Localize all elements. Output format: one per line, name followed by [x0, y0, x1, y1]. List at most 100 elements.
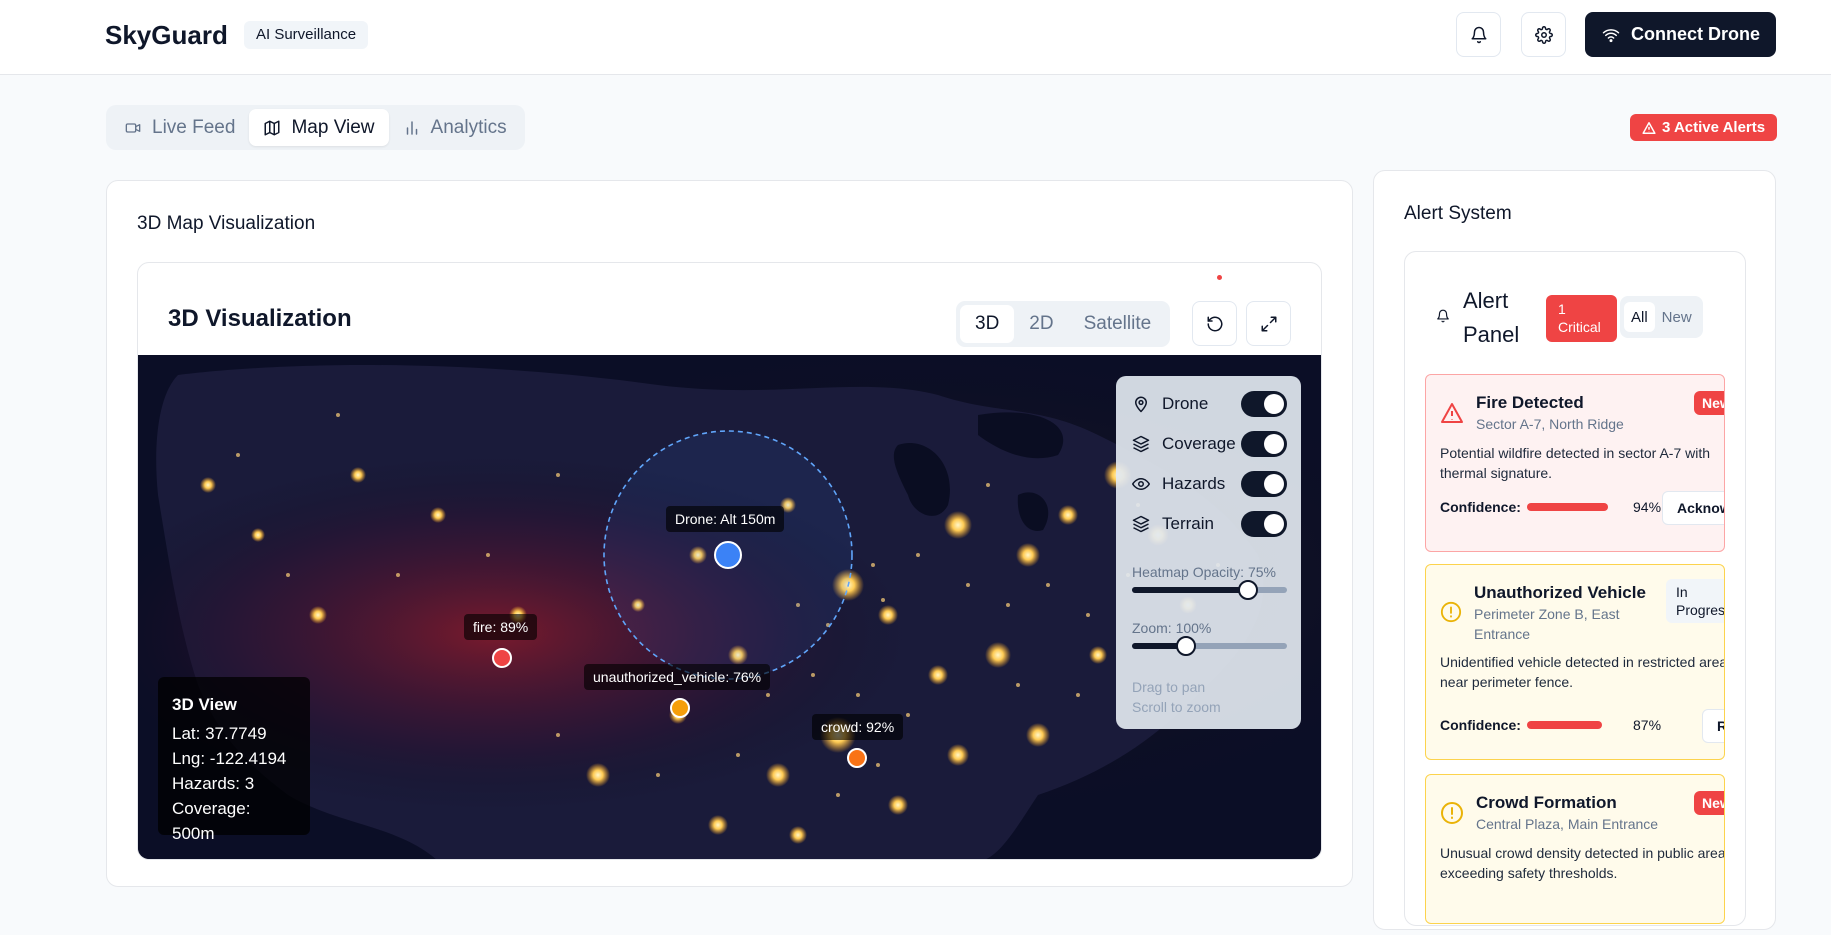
top-bar: SkyGuard AI Surveillance Connect Drone: [0, 0, 1831, 75]
alert-title: Unauthorized Vehicle: [1474, 583, 1646, 602]
acknowledge-button[interactable]: Acknowledge: [1662, 491, 1724, 525]
filter-new[interactable]: New: [1655, 302, 1699, 332]
notifications-button[interactable]: [1456, 12, 1501, 57]
alert-description: Potential wildfire detected in sector A-…: [1440, 445, 1711, 481]
fire-hazard-marker[interactable]: [492, 648, 512, 668]
tab-label: Map View: [291, 116, 375, 138]
drone-layer-toggle[interactable]: [1241, 391, 1287, 417]
tab-analytics[interactable]: Analytics: [389, 109, 521, 146]
heatmap-opacity-slider[interactable]: [1132, 580, 1287, 600]
brand-badge: AI Surveillance: [244, 21, 369, 49]
alert-status-line2: Progress: [1676, 602, 1725, 618]
tab-label: Analytics: [430, 116, 507, 138]
alert-location-line1: Perimeter Zone B, East: [1474, 606, 1620, 622]
alert-location: Perimeter Zone B, East Entrance: [1474, 604, 1620, 644]
layers-icon: [1132, 515, 1150, 533]
alert-system-card: Alert System Alert Panel 1 Critical All …: [1373, 170, 1776, 930]
alert-location: Sector A-7, North Ridge: [1476, 416, 1624, 432]
alert-title: Fire Detected: [1476, 393, 1584, 412]
alert-title: Crowd Formation: [1476, 793, 1617, 812]
zoom-label: Zoom: 100%: [1132, 620, 1212, 636]
mode-2d[interactable]: 2D: [1014, 305, 1068, 343]
alert-circle-icon: [1440, 601, 1462, 623]
resolve-button[interactable]: Resolve: [1702, 709, 1724, 743]
alert-triangle-icon: [1642, 121, 1656, 134]
layer-hazards: Hazards: [1132, 469, 1287, 499]
map-card: 3D Map Visualization 3D Visualization 3D…: [106, 180, 1353, 887]
alert-item-fire[interactable]: Fire Detected Sector A-7, North Ridge Ne…: [1425, 374, 1725, 552]
visualization-panel: 3D Visualization 3D 2D Satellite Drone: …: [137, 262, 1322, 860]
maximize-icon: [1261, 316, 1276, 331]
alert-location: Central Plaza, Main Entrance: [1476, 816, 1659, 832]
hazards-layer-toggle[interactable]: [1241, 471, 1287, 497]
wifi-icon: [1602, 28, 1620, 42]
confidence-value: 87%: [1633, 717, 1662, 733]
map-card-title: 3D Map Visualization: [137, 213, 316, 234]
coverage-layer-toggle[interactable]: [1241, 431, 1287, 457]
filter-all[interactable]: All: [1624, 302, 1655, 332]
terrain-layer-toggle[interactable]: [1241, 511, 1287, 537]
vehicle-hazard-marker[interactable]: [670, 698, 690, 718]
confidence-label: Confidence:: [1440, 499, 1521, 515]
connect-drone-button[interactable]: Connect Drone: [1585, 12, 1776, 57]
layer-controls: Drone Coverage Hazards Terrain Heatmap O…: [1116, 376, 1301, 729]
reset-view-button[interactable]: [1192, 301, 1237, 346]
alert-circle-icon: [1441, 802, 1463, 824]
layers-icon: [1132, 435, 1150, 453]
confidence-bar: [1527, 721, 1602, 729]
alert-status-line1: In: [1676, 584, 1688, 600]
confidence-label: Confidence:: [1440, 717, 1521, 733]
mode-3d[interactable]: 3D: [960, 305, 1015, 343]
fullscreen-button[interactable]: [1246, 301, 1291, 346]
map-canvas[interactable]: Drone: Alt 150m fire: 89% unauthorized_v…: [138, 355, 1321, 859]
bell-icon: [1437, 309, 1449, 323]
alert-filter-toggle: All New: [1620, 296, 1703, 338]
pan-hint: Drag to pan: [1132, 679, 1206, 695]
layer-label: Coverage: [1162, 434, 1236, 453]
tab-live-feed[interactable]: Live Feed: [110, 109, 249, 146]
zoom-hint: Scroll to zoom: [1132, 699, 1221, 715]
layer-label: Drone: [1162, 394, 1209, 413]
alert-item-crowd[interactable]: Crowd Formation Central Plaza, Main Entr…: [1425, 774, 1725, 924]
active-alerts-label: 3 Active Alerts: [1662, 119, 1766, 136]
hazards-readout: Hazards: 3: [172, 774, 255, 793]
alert-panel-title-line2: Panel: [1463, 322, 1520, 347]
bell-icon: [1471, 26, 1486, 43]
critical-label: Critical: [1558, 319, 1601, 335]
zoom-slider-knob[interactable]: [1176, 636, 1197, 656]
rotate-ccw-icon: [1207, 316, 1222, 331]
alert-triangle-icon: [1441, 403, 1463, 423]
video-icon: [125, 122, 141, 133]
tab-label: Live Feed: [152, 116, 236, 138]
mode-satellite[interactable]: Satellite: [1069, 305, 1167, 343]
view-info-box: 3D View Lat: 37.7749 Lng: -122.4194 Haza…: [158, 677, 310, 843]
active-alerts-badge[interactable]: 3 Active Alerts: [1630, 114, 1778, 141]
alert-panel-title-line1: Alert: [1463, 288, 1509, 313]
alert-status-badge: In Progress: [1666, 579, 1725, 623]
settings-icon: [1534, 25, 1553, 44]
fire-hazard-label: fire: 89%: [464, 614, 538, 640]
heatmap-slider-knob[interactable]: [1238, 580, 1259, 600]
alert-system-title: Alert System: [1404, 203, 1512, 224]
alert-status-badge: New: [1694, 391, 1724, 415]
layer-coverage: Coverage: [1132, 429, 1287, 459]
confidence-bar: [1527, 503, 1608, 511]
crowd-hazard-marker[interactable]: [847, 748, 867, 768]
layer-label: Hazards: [1162, 474, 1226, 493]
alert-location-line2: Entrance: [1474, 626, 1531, 642]
vehicle-hazard-label: unauthorized_vehicle: 76%: [584, 664, 771, 690]
heatmap-slider-fill: [1132, 587, 1249, 593]
coverage-readout: Coverage: 500m: [172, 799, 251, 843]
pin-icon: [1135, 396, 1147, 413]
heatmap-opacity-label: Heatmap Opacity: 75%: [1132, 564, 1276, 580]
view-mode-toggle: 3D 2D Satellite: [956, 301, 1171, 347]
critical-count-badge: 1 Critical: [1546, 295, 1617, 342]
view-info-title: 3D View: [172, 695, 237, 714]
settings-button[interactable]: [1521, 12, 1566, 57]
alert-description: Unidentified vehicle detected in restric…: [1440, 654, 1725, 690]
brand-logo: SkyGuard: [105, 20, 228, 50]
drone-marker[interactable]: [714, 541, 742, 569]
zoom-slider[interactable]: [1132, 636, 1287, 656]
alert-item-vehicle[interactable]: Unauthorized Vehicle Perimeter Zone B, E…: [1425, 564, 1725, 760]
tab-map-view[interactable]: Map View: [249, 109, 389, 146]
